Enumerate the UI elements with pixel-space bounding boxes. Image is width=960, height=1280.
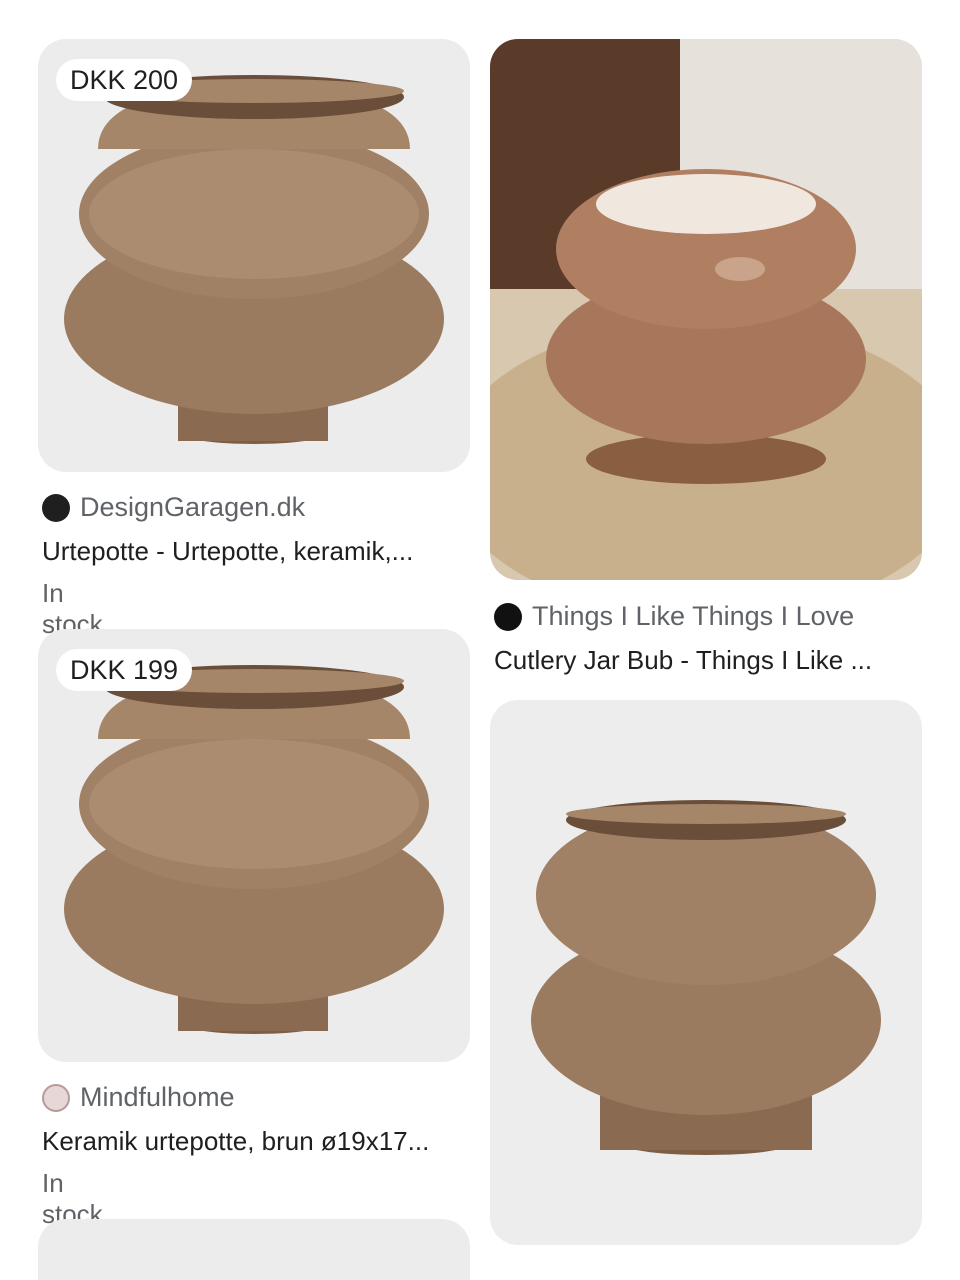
source-row[interactable]: Things I Like Things I Love — [494, 601, 854, 632]
product-title[interactable]: Keramik urtepotte, brun ø19x17... — [42, 1126, 472, 1157]
price-badge: DKK 200 — [56, 59, 193, 101]
product-image[interactable] — [490, 700, 922, 1245]
product-image[interactable]: DKK 199 — [38, 629, 470, 1062]
product-image[interactable]: DKK 200 — [38, 39, 470, 472]
flower-logo-icon — [42, 1083, 70, 1112]
pot-image — [531, 800, 881, 1155]
source-name: Mindfulhome — [80, 1082, 235, 1112]
source-row[interactable]: Mindfulhome — [42, 1082, 235, 1113]
pot-photo — [490, 39, 922, 580]
source-name: DesignGaragen.dk — [80, 492, 306, 522]
store-logo-icon — [494, 602, 522, 631]
source-name: Things I Like Things I Love — [532, 601, 855, 631]
store-logo-icon — [42, 493, 70, 522]
pot-image — [64, 75, 444, 444]
product-image[interactable] — [490, 39, 922, 580]
product-title[interactable]: Cutlery Jar Bub - Things I Like ... — [494, 645, 924, 676]
product-title[interactable]: Urtepotte - Urtepotte, keramik,... — [42, 536, 472, 567]
source-row[interactable]: DesignGaragen.dk — [42, 492, 305, 523]
pot-image — [64, 665, 444, 1034]
price-badge: DKK 199 — [56, 649, 193, 691]
product-image[interactable] — [38, 1219, 470, 1280]
